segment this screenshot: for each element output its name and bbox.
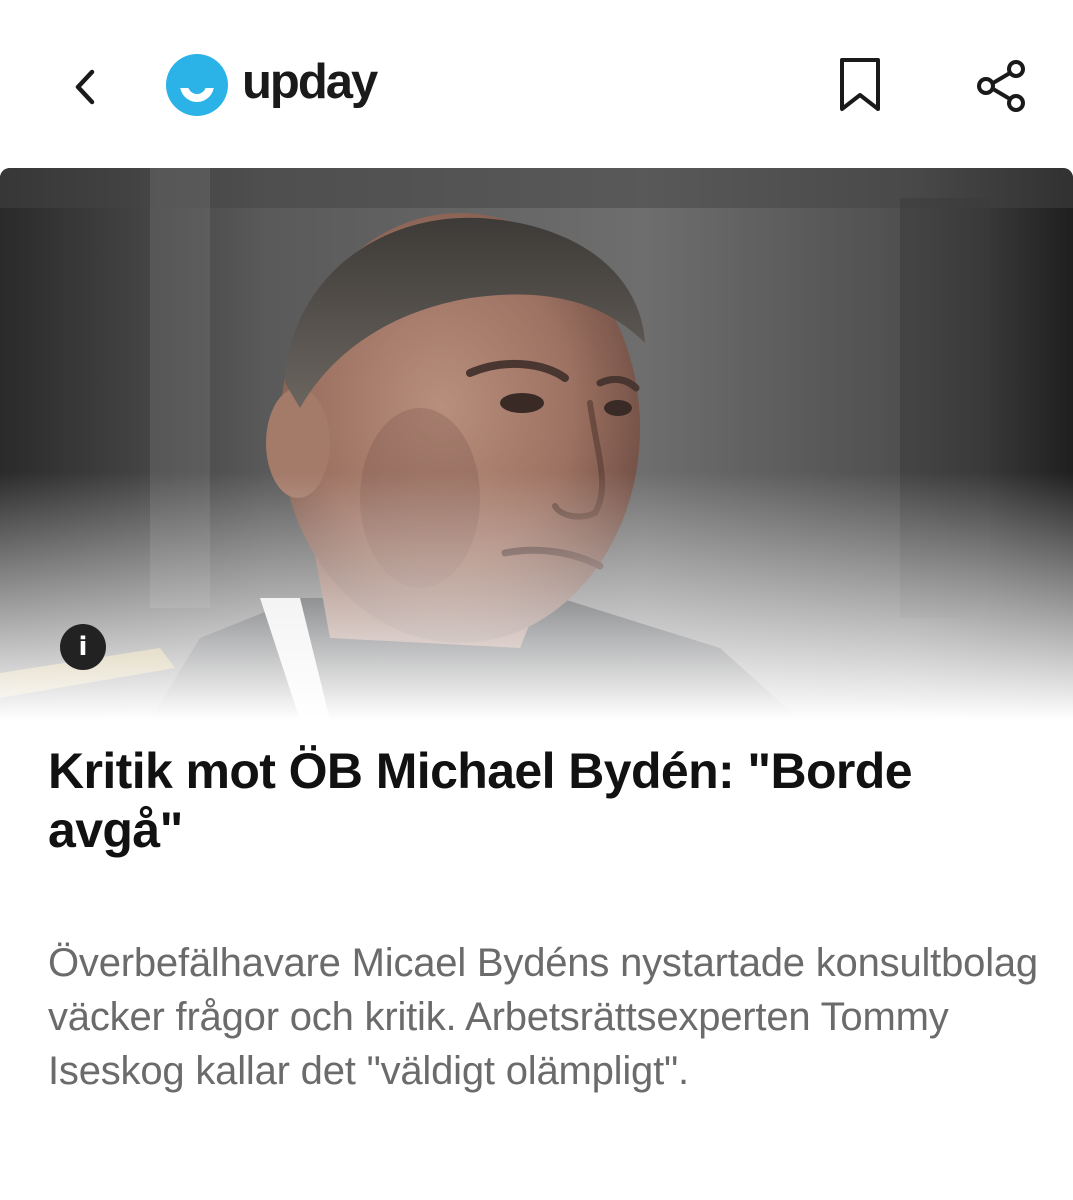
bookmark-button[interactable]	[830, 52, 890, 118]
hero-image[interactable]: i	[0, 168, 1073, 720]
upday-logo-icon	[166, 54, 228, 116]
article-summary: Överbefälhavare Micael Bydéns nystartade…	[48, 941, 1038, 1093]
chevron-left-icon	[75, 69, 95, 105]
brand-name: upday	[242, 54, 378, 109]
back-button[interactable]	[58, 60, 112, 114]
share-icon	[977, 60, 1025, 112]
brand: upday	[166, 54, 378, 116]
image-info-button[interactable]: i	[60, 624, 106, 670]
bookmark-icon	[840, 58, 880, 111]
article-headline: Kritik mot ÖB Michael Bydén: "Borde avgå…	[48, 743, 913, 858]
app-header: upday	[0, 0, 1073, 168]
share-button[interactable]	[970, 56, 1034, 116]
article-photo	[0, 168, 1073, 720]
